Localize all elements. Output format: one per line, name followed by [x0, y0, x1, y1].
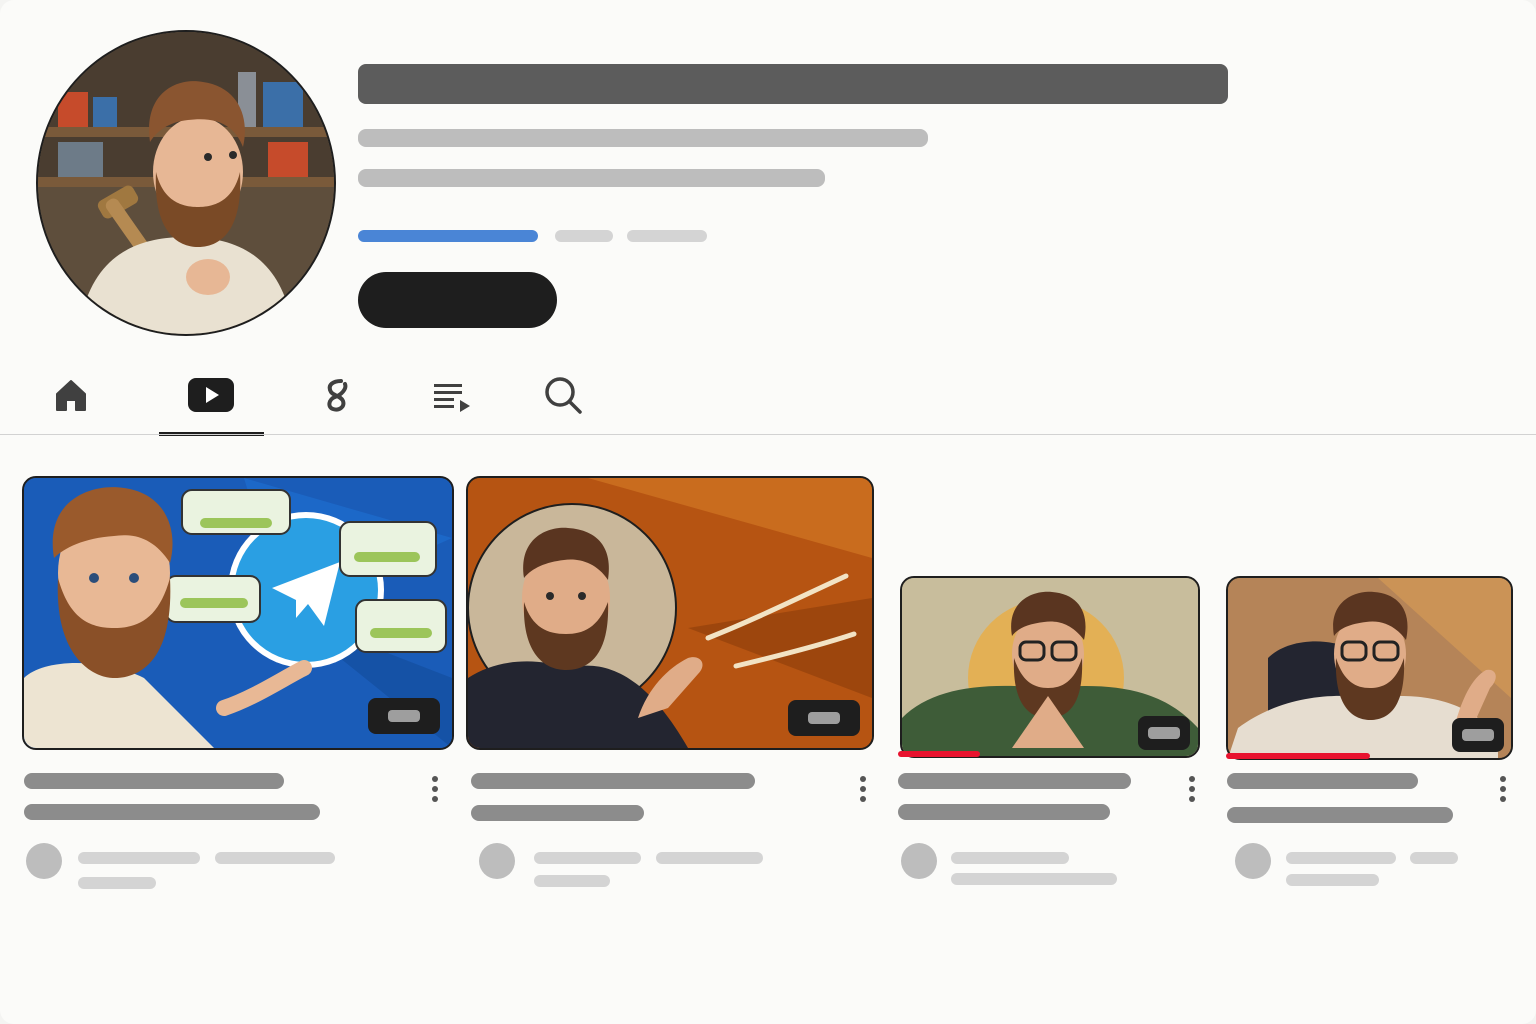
- watch-progress-bar: [898, 751, 980, 757]
- video-title-line2[interactable]: [471, 805, 644, 821]
- playlists-icon: [434, 384, 470, 412]
- tab-home[interactable]: [41, 370, 101, 420]
- video-thumbnail[interactable]: [466, 476, 874, 750]
- more-options-icon[interactable]: [431, 776, 439, 806]
- tab-shorts[interactable]: [307, 370, 367, 420]
- video-channel-name: [1286, 852, 1396, 864]
- channel-stat: [555, 230, 613, 242]
- more-options-icon[interactable]: [1499, 776, 1507, 806]
- video-channel-name: [951, 852, 1069, 864]
- tab-playlists[interactable]: [422, 370, 482, 420]
- video-views: [656, 852, 763, 864]
- duration-badge: [788, 700, 860, 736]
- tabs-divider: [0, 434, 1536, 435]
- more-options-icon[interactable]: [859, 776, 867, 806]
- channel-avatar-small[interactable]: [26, 843, 62, 879]
- videos-icon: [188, 378, 234, 412]
- video-age: [1286, 874, 1379, 886]
- channel-avatar[interactable]: [36, 30, 336, 336]
- watch-progress-bar: [1226, 753, 1370, 759]
- channel-page: [0, 0, 1536, 1024]
- subscribe-button[interactable]: [358, 272, 557, 328]
- video-thumbnail[interactable]: [1226, 576, 1513, 760]
- channel-handle: [358, 129, 928, 147]
- video-title-line2[interactable]: [1227, 807, 1453, 823]
- shorts-icon: [327, 379, 348, 412]
- search-icon: [545, 377, 582, 414]
- video-title-line2[interactable]: [898, 804, 1110, 820]
- video-age: [78, 877, 156, 889]
- video-title-line2[interactable]: [24, 804, 320, 820]
- channel-stat: [627, 230, 707, 242]
- channel-avatar-small[interactable]: [901, 843, 937, 879]
- video-channel-name: [534, 852, 641, 864]
- video-channel-name: [78, 852, 200, 864]
- tab-videos[interactable]: [181, 370, 241, 420]
- video-title[interactable]: [24, 773, 284, 789]
- duration-badge: [368, 698, 440, 734]
- tab-search[interactable]: [533, 370, 593, 420]
- duration-badge: [1452, 718, 1504, 752]
- video-title[interactable]: [898, 773, 1131, 789]
- channel-avatar-small[interactable]: [1235, 843, 1271, 879]
- duration-badge: [1138, 716, 1190, 750]
- video-thumbnail[interactable]: [22, 476, 454, 750]
- channel-link[interactable]: [358, 230, 538, 242]
- video-thumbnail[interactable]: [900, 576, 1200, 758]
- video-views: [951, 873, 1117, 885]
- video-age: [534, 875, 610, 887]
- video-title[interactable]: [471, 773, 755, 789]
- video-views: [215, 852, 335, 864]
- channel-avatar-small[interactable]: [479, 843, 515, 879]
- home-icon: [56, 380, 86, 411]
- channel-description: [358, 169, 825, 187]
- profile-avatar-illustration: [38, 32, 334, 334]
- more-options-icon[interactable]: [1188, 776, 1196, 806]
- channel-title: [358, 64, 1228, 104]
- video-views: [1410, 852, 1458, 864]
- video-title[interactable]: [1227, 773, 1418, 789]
